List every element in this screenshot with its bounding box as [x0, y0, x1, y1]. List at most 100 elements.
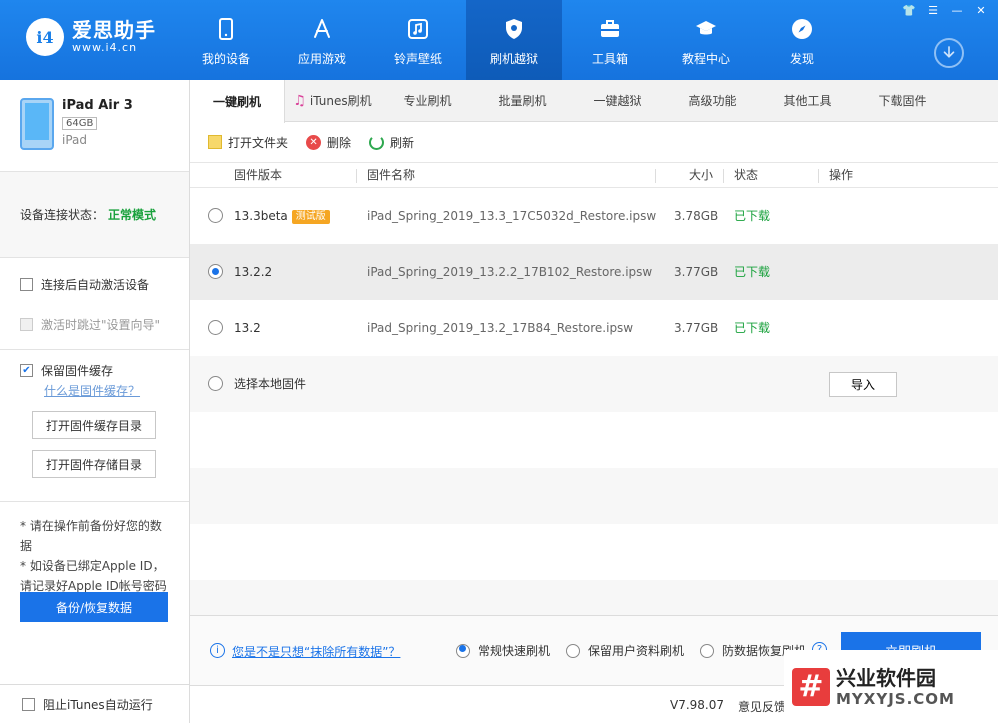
- firmware-name: iPad_Spring_2019_13.2_17B84_Restore.ipsw: [367, 321, 634, 335]
- compass-icon: [787, 14, 817, 44]
- phone-icon: [211, 14, 241, 44]
- backup-restore-button[interactable]: 备份/恢复数据: [20, 592, 168, 622]
- watermark-en: MYXYJS.COM: [836, 689, 955, 708]
- ipad-icon: [20, 98, 54, 150]
- top-header: i4 爱思助手 www.i4.cn 我的设备 应用游戏 铃声壁纸 刷机越狱 工具…: [0, 0, 998, 80]
- info-icon: i: [210, 643, 225, 658]
- activation-options: 连接后自动激活设备 激活时跳过"设置向导": [0, 258, 189, 350]
- folder-icon: [208, 135, 222, 149]
- refresh-icon: [369, 134, 385, 150]
- table-row[interactable]: 13.2 iPad_Spring_2019_13.2_17B84_Restore…: [190, 300, 998, 356]
- firmware-size: 3.77GB: [674, 321, 719, 335]
- download-manager-button[interactable]: [934, 38, 964, 68]
- shirt-icon: 👕: [902, 3, 916, 17]
- nav-flash-jailbreak[interactable]: 刷机越狱: [466, 0, 562, 80]
- skip-setup-checkbox[interactable]: 激活时跳过"设置向导": [20, 304, 169, 344]
- nav-apps-games[interactable]: 应用游戏: [274, 0, 370, 80]
- nav-toolbox[interactable]: 工具箱: [562, 0, 658, 80]
- connection-label: 设备连接状态：: [20, 208, 105, 222]
- toolbox-icon: [595, 14, 625, 44]
- mode-normal-quick[interactable]: 常规快速刷机: [456, 642, 550, 659]
- tab-itunes-flash[interactable]: ♫ iTunes刷机: [285, 80, 380, 121]
- nav-discover[interactable]: 发现: [754, 0, 850, 80]
- device-type: iPad: [62, 133, 88, 147]
- header-name: 固件名称: [367, 168, 416, 182]
- skin-button[interactable]: 👕: [898, 2, 920, 18]
- firmware-name: iPad_Spring_2019_13.2.2_17B102_Restore.i…: [367, 265, 653, 279]
- firmware-version: 13.2: [234, 321, 261, 335]
- close-button[interactable]: ✕: [970, 2, 992, 18]
- shield-icon: [499, 14, 529, 44]
- firmware-size: 3.78GB: [674, 209, 719, 223]
- radio-icon: [456, 643, 470, 658]
- row-radio[interactable]: [208, 208, 223, 223]
- graduation-cap-icon: [691, 14, 721, 44]
- tab-download-firmware[interactable]: 下载固件: [855, 80, 950, 121]
- refresh-button[interactable]: 刷新: [369, 134, 414, 151]
- checkbox-icon: [22, 697, 35, 711]
- firmware-status: 已下载: [734, 209, 771, 223]
- nav-tutorials[interactable]: 教程中心: [658, 0, 754, 80]
- table-row[interactable]: 13.3beta 测试版 iPad_Spring_2019_13.3_17C503…: [190, 188, 998, 244]
- tab-batch-flash[interactable]: 批量刷机: [475, 80, 570, 121]
- firmware-list: 13.3beta 测试版 iPad_Spring_2019_13.3_17C503…: [190, 188, 998, 615]
- keep-cache-checkbox[interactable]: ✔ 保留固件缓存: [20, 358, 169, 382]
- firmware-version: 13.3beta: [234, 209, 288, 223]
- firmware-name: iPad_Spring_2019_13.3_17C5032d_Restore.i…: [367, 209, 657, 223]
- table-header: 固件版本 固件名称 大小 状态 操作: [190, 162, 998, 188]
- radio-icon: [566, 643, 580, 658]
- delete-button[interactable]: ✕ 删除: [306, 134, 351, 151]
- open-storage-dir-button[interactable]: 打开固件存储目录: [32, 450, 156, 478]
- firmware-cache-options: ✔ 保留固件缓存 什么是固件缓存？ 打开固件缓存目录 打开固件存储目录: [0, 350, 189, 502]
- device-capacity: 64GB: [62, 117, 98, 130]
- beta-badge: 测试版: [291, 209, 330, 224]
- auto-activate-checkbox[interactable]: 连接后自动激活设备: [20, 264, 169, 304]
- import-button[interactable]: 导入: [829, 372, 897, 397]
- firmware-version: 13.2.2: [234, 265, 273, 279]
- open-folder-button[interactable]: 打开文件夹: [208, 134, 288, 151]
- header-size: 大小: [689, 168, 714, 182]
- tab-other-tools[interactable]: 其他工具: [760, 80, 855, 121]
- row-radio[interactable]: [208, 376, 223, 391]
- block-itunes-checkbox[interactable]: 阻止iTunes自动运行: [0, 684, 190, 723]
- tab-advanced[interactable]: 高级功能: [665, 80, 760, 121]
- notes: * 请在操作前备份好您的数据 * 如设备已绑定Apple ID，请记录好Appl…: [0, 502, 189, 596]
- header-status: 状态: [734, 168, 759, 182]
- table-row[interactable]: 13.2.2 iPad_Spring_2019_13.2.2_17B102_Re…: [190, 244, 998, 300]
- local-firmware-row[interactable]: 选择本地固件 导入: [190, 356, 998, 412]
- checkmark-icon: ✔: [20, 363, 33, 377]
- firmware-size: 3.77GB: [674, 265, 719, 279]
- watermark-cn: 兴业软件园: [836, 665, 936, 690]
- row-radio[interactable]: [208, 264, 223, 279]
- empty-row: [190, 412, 998, 468]
- music-icon: [403, 14, 433, 44]
- logo-name: 爱思助手: [72, 18, 156, 42]
- menu-button[interactable]: ☰: [922, 2, 944, 18]
- row-radio[interactable]: [208, 320, 223, 335]
- radio-icon: [700, 643, 714, 658]
- minimize-button[interactable]: —: [946, 2, 968, 18]
- logo-url: www.i4.cn: [72, 41, 138, 54]
- itunes-icon: ♫: [293, 92, 306, 109]
- mode-keep-user-data[interactable]: 保留用户资料刷机: [566, 642, 684, 659]
- menu-icon: ☰: [928, 3, 938, 17]
- open-cache-dir-button[interactable]: 打开固件缓存目录: [32, 411, 156, 439]
- window-controls: 👕 ☰ — ✕: [898, 2, 992, 18]
- flash-tabs: 一键刷机 ♫ iTunes刷机 专业刷机 批量刷机 一键越狱 高级功能 其他工具 …: [190, 80, 998, 123]
- tab-one-click-flash[interactable]: 一键刷机: [190, 80, 285, 123]
- empty-row: [190, 524, 998, 580]
- site-watermark: # 兴业软件园 MYXYJS.COM: [784, 650, 998, 723]
- note-apple-id: * 如设备已绑定Apple ID，请记录好Apple ID帐号密码: [20, 559, 167, 593]
- tab-one-click-jailbreak[interactable]: 一键越狱: [570, 80, 665, 121]
- tab-pro-flash[interactable]: 专业刷机: [380, 80, 475, 121]
- nav-my-device[interactable]: 我的设备: [178, 0, 274, 80]
- erase-all-data-link[interactable]: 您是不是只想“抹除所有数据”？: [232, 643, 400, 660]
- firmware-toolbar: 打开文件夹 ✕ 删除 刷新: [190, 122, 998, 162]
- delete-icon: ✕: [306, 134, 322, 150]
- nav-ringtones-wallpapers[interactable]: 铃声壁纸: [370, 0, 466, 80]
- feedback-link[interactable]: 意见反馈: [738, 698, 786, 715]
- main-nav: 我的设备 应用游戏 铃声壁纸 刷机越狱 工具箱 教程中心 发现: [178, 0, 850, 80]
- app-version: V7.98.07: [670, 698, 725, 712]
- main-panel: 一键刷机 ♫ iTunes刷机 专业刷机 批量刷机 一键越狱 高级功能 其他工具 …: [190, 80, 998, 723]
- what-is-cache-link[interactable]: 什么是固件缓存？: [44, 382, 169, 399]
